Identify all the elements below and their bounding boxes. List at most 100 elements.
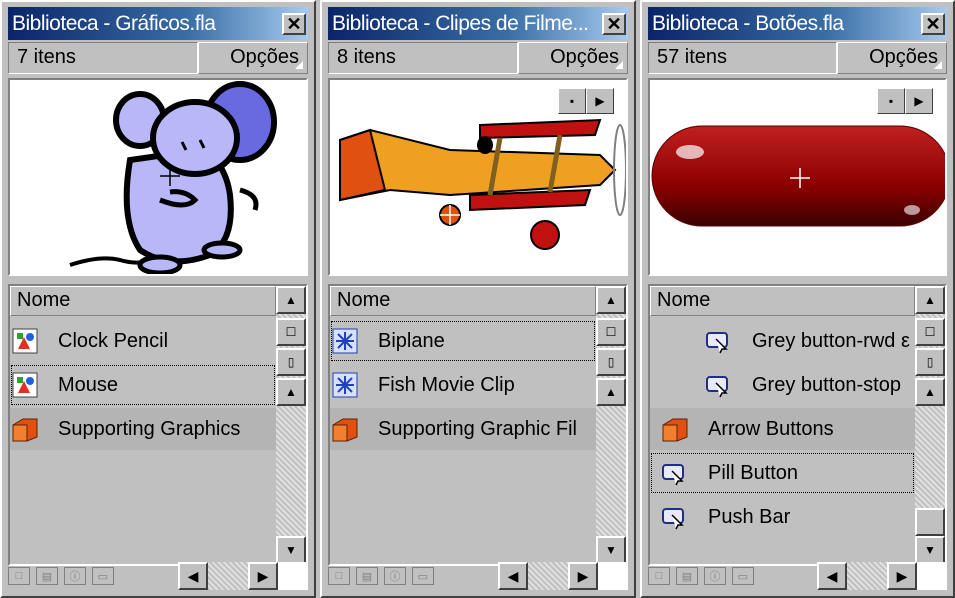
list-item-label: Pill Button bbox=[708, 461, 799, 484]
wide-view-button[interactable]: ☐ bbox=[915, 318, 945, 346]
sort-order-button[interactable]: ▲ bbox=[596, 286, 626, 314]
scroll-right-button[interactable]: ▶ bbox=[248, 562, 278, 590]
list-item-label: Grey button-stop bbox=[752, 373, 901, 396]
list-item[interactable]: Supporting Graphics bbox=[10, 408, 276, 450]
info-bar: 57 itens Opções bbox=[648, 42, 947, 74]
wide-view-button[interactable]: ☐ bbox=[276, 318, 306, 346]
close-icon: ✕ bbox=[606, 13, 622, 34]
horizontal-scroll-track[interactable] bbox=[847, 562, 887, 590]
button-symbol-icon bbox=[662, 464, 684, 486]
scroll-down-button[interactable]: ▼ bbox=[596, 536, 626, 564]
stop-icon: ▪ bbox=[888, 94, 894, 108]
list-item[interactable]: Mouse bbox=[10, 364, 276, 406]
item-count: 57 itens bbox=[648, 42, 837, 74]
narrow-view-button[interactable]: ▯ bbox=[596, 348, 626, 376]
scroll-up-button[interactable]: ▲ bbox=[276, 378, 306, 406]
list-item[interactable]: Push Bar bbox=[650, 496, 915, 538]
wide-view-button[interactable]: ☐ bbox=[596, 318, 626, 346]
window-title: Biblioteca - Botões.fla bbox=[652, 11, 844, 35]
horizontal-scrollbar[interactable]: ◀ ▶ bbox=[817, 562, 947, 590]
scroll-up-button[interactable]: ▲ bbox=[596, 378, 626, 406]
panel-footer: □ ▤ ⓘ ▭ ◀ ▶ bbox=[328, 562, 628, 590]
delete-icon[interactable]: ▭ bbox=[92, 567, 114, 585]
properties-icon[interactable]: ⓘ bbox=[64, 567, 86, 585]
close-button[interactable]: ✕ bbox=[602, 12, 626, 35]
sort-order-button[interactable]: ▲ bbox=[276, 286, 306, 314]
new-symbol-icon[interactable]: □ bbox=[648, 567, 670, 585]
stop-button[interactable]: ▪ bbox=[558, 88, 586, 114]
play-button[interactable]: ▶ bbox=[586, 88, 614, 114]
scroll-left-button[interactable]: ◀ bbox=[178, 562, 208, 590]
library-panel-graphics: Biblioteca - Gráficos.fla ✕ 7 itens Opçõ… bbox=[0, 0, 316, 598]
new-folder-icon[interactable]: ▤ bbox=[36, 567, 58, 585]
preview-pane: ▪ ▶ bbox=[648, 78, 947, 276]
list-item[interactable]: Biplane bbox=[330, 320, 596, 362]
list-item[interactable]: Arrow Buttons bbox=[650, 408, 915, 450]
library-panel-buttons: Biblioteca - Botões.fla ✕ 57 itens Opçõe… bbox=[640, 0, 955, 598]
button-symbol-icon bbox=[706, 332, 728, 354]
stop-button[interactable]: ▪ bbox=[877, 88, 905, 114]
delete-icon[interactable]: ▭ bbox=[732, 567, 754, 585]
scroll-right-button[interactable]: ▶ bbox=[887, 562, 917, 590]
title-bar[interactable]: Biblioteca - Gráficos.fla ✕ bbox=[8, 7, 308, 40]
narrow-view-button[interactable]: ▯ bbox=[915, 348, 945, 376]
list-item-label: Biplane bbox=[378, 329, 445, 352]
folder-icon bbox=[332, 418, 358, 442]
scroll-down-button[interactable]: ▼ bbox=[276, 536, 306, 564]
close-button[interactable]: ✕ bbox=[921, 12, 945, 35]
folder-icon bbox=[12, 418, 38, 442]
horizontal-scroll-track[interactable] bbox=[528, 562, 568, 590]
list-item-label: Push Bar bbox=[708, 505, 791, 528]
options-menu-button[interactable]: Opções bbox=[198, 42, 308, 74]
vertical-scrollbar[interactable]: ▲ ☐ ▯ ▲ ▼ bbox=[915, 286, 945, 564]
new-folder-icon[interactable]: ▤ bbox=[356, 567, 378, 585]
movie-clip-icon bbox=[332, 372, 358, 398]
new-folder-icon[interactable]: ▤ bbox=[676, 567, 698, 585]
list-item[interactable]: Grey button-rwd ε bbox=[650, 320, 915, 362]
list-item-label: Grey button-rwd ε bbox=[752, 329, 910, 352]
list-item[interactable]: Supporting Graphic Fil bbox=[330, 408, 596, 450]
options-menu-button[interactable]: Opções bbox=[518, 42, 628, 74]
item-count: 8 itens bbox=[328, 42, 518, 74]
library-list: Nome Biplane Fish Movie Clip Supporting … bbox=[328, 284, 628, 566]
scroll-corner bbox=[278, 562, 308, 590]
list-item[interactable]: Fish Movie Clip bbox=[330, 364, 596, 406]
play-icon: ▶ bbox=[914, 94, 924, 108]
title-bar[interactable]: Biblioteca - Botões.fla ✕ bbox=[648, 7, 947, 40]
horizontal-scrollbar[interactable]: ◀ ▶ bbox=[498, 562, 628, 590]
new-symbol-icon[interactable]: □ bbox=[8, 567, 30, 585]
folder-icon bbox=[662, 418, 688, 442]
options-menu-button[interactable]: Opções bbox=[837, 42, 947, 74]
new-symbol-icon[interactable]: □ bbox=[328, 567, 350, 585]
play-button[interactable]: ▶ bbox=[905, 88, 933, 114]
name-column-header[interactable]: Nome bbox=[10, 286, 276, 316]
delete-icon[interactable]: ▭ bbox=[412, 567, 434, 585]
close-icon: ✕ bbox=[925, 13, 941, 34]
vertical-scrollbar[interactable]: ▲ ☐ ▯ ▲ ▼ bbox=[596, 286, 626, 564]
narrow-view-button[interactable]: ▯ bbox=[276, 348, 306, 376]
sort-order-button[interactable]: ▲ bbox=[915, 286, 945, 314]
horizontal-scroll-track[interactable] bbox=[208, 562, 248, 590]
info-bar: 7 itens Opções bbox=[8, 42, 308, 74]
list-item[interactable]: Grey button-stop bbox=[650, 364, 915, 406]
horizontal-scrollbar[interactable]: ◀ ▶ bbox=[178, 562, 308, 590]
vertical-scrollbar[interactable]: ▲ ☐ ▯ ▲ ▼ bbox=[276, 286, 306, 564]
item-count: 7 itens bbox=[8, 42, 198, 74]
list-item[interactable]: Pill Button bbox=[650, 452, 915, 494]
properties-icon[interactable]: ⓘ bbox=[704, 567, 726, 585]
scroll-down-button[interactable]: ▼ bbox=[915, 536, 945, 564]
scroll-up-button[interactable]: ▲ bbox=[915, 378, 945, 406]
properties-icon[interactable]: ⓘ bbox=[384, 567, 406, 585]
title-bar[interactable]: Biblioteca - Clipes de Filme... ✕ bbox=[328, 7, 628, 40]
list-item[interactable]: Clock Pencil bbox=[10, 320, 276, 362]
playback-controls: ▪ ▶ bbox=[877, 88, 933, 114]
scroll-left-button[interactable]: ◀ bbox=[498, 562, 528, 590]
name-column-header[interactable]: Nome bbox=[330, 286, 596, 316]
name-column-header[interactable]: Nome bbox=[650, 286, 915, 316]
scroll-thumb[interactable] bbox=[915, 508, 945, 536]
list-item-label: Arrow Buttons bbox=[708, 417, 834, 440]
scroll-right-button[interactable]: ▶ bbox=[568, 562, 598, 590]
scroll-left-button[interactable]: ◀ bbox=[817, 562, 847, 590]
playback-controls: ▪ ▶ bbox=[558, 88, 614, 114]
close-button[interactable]: ✕ bbox=[282, 12, 306, 35]
